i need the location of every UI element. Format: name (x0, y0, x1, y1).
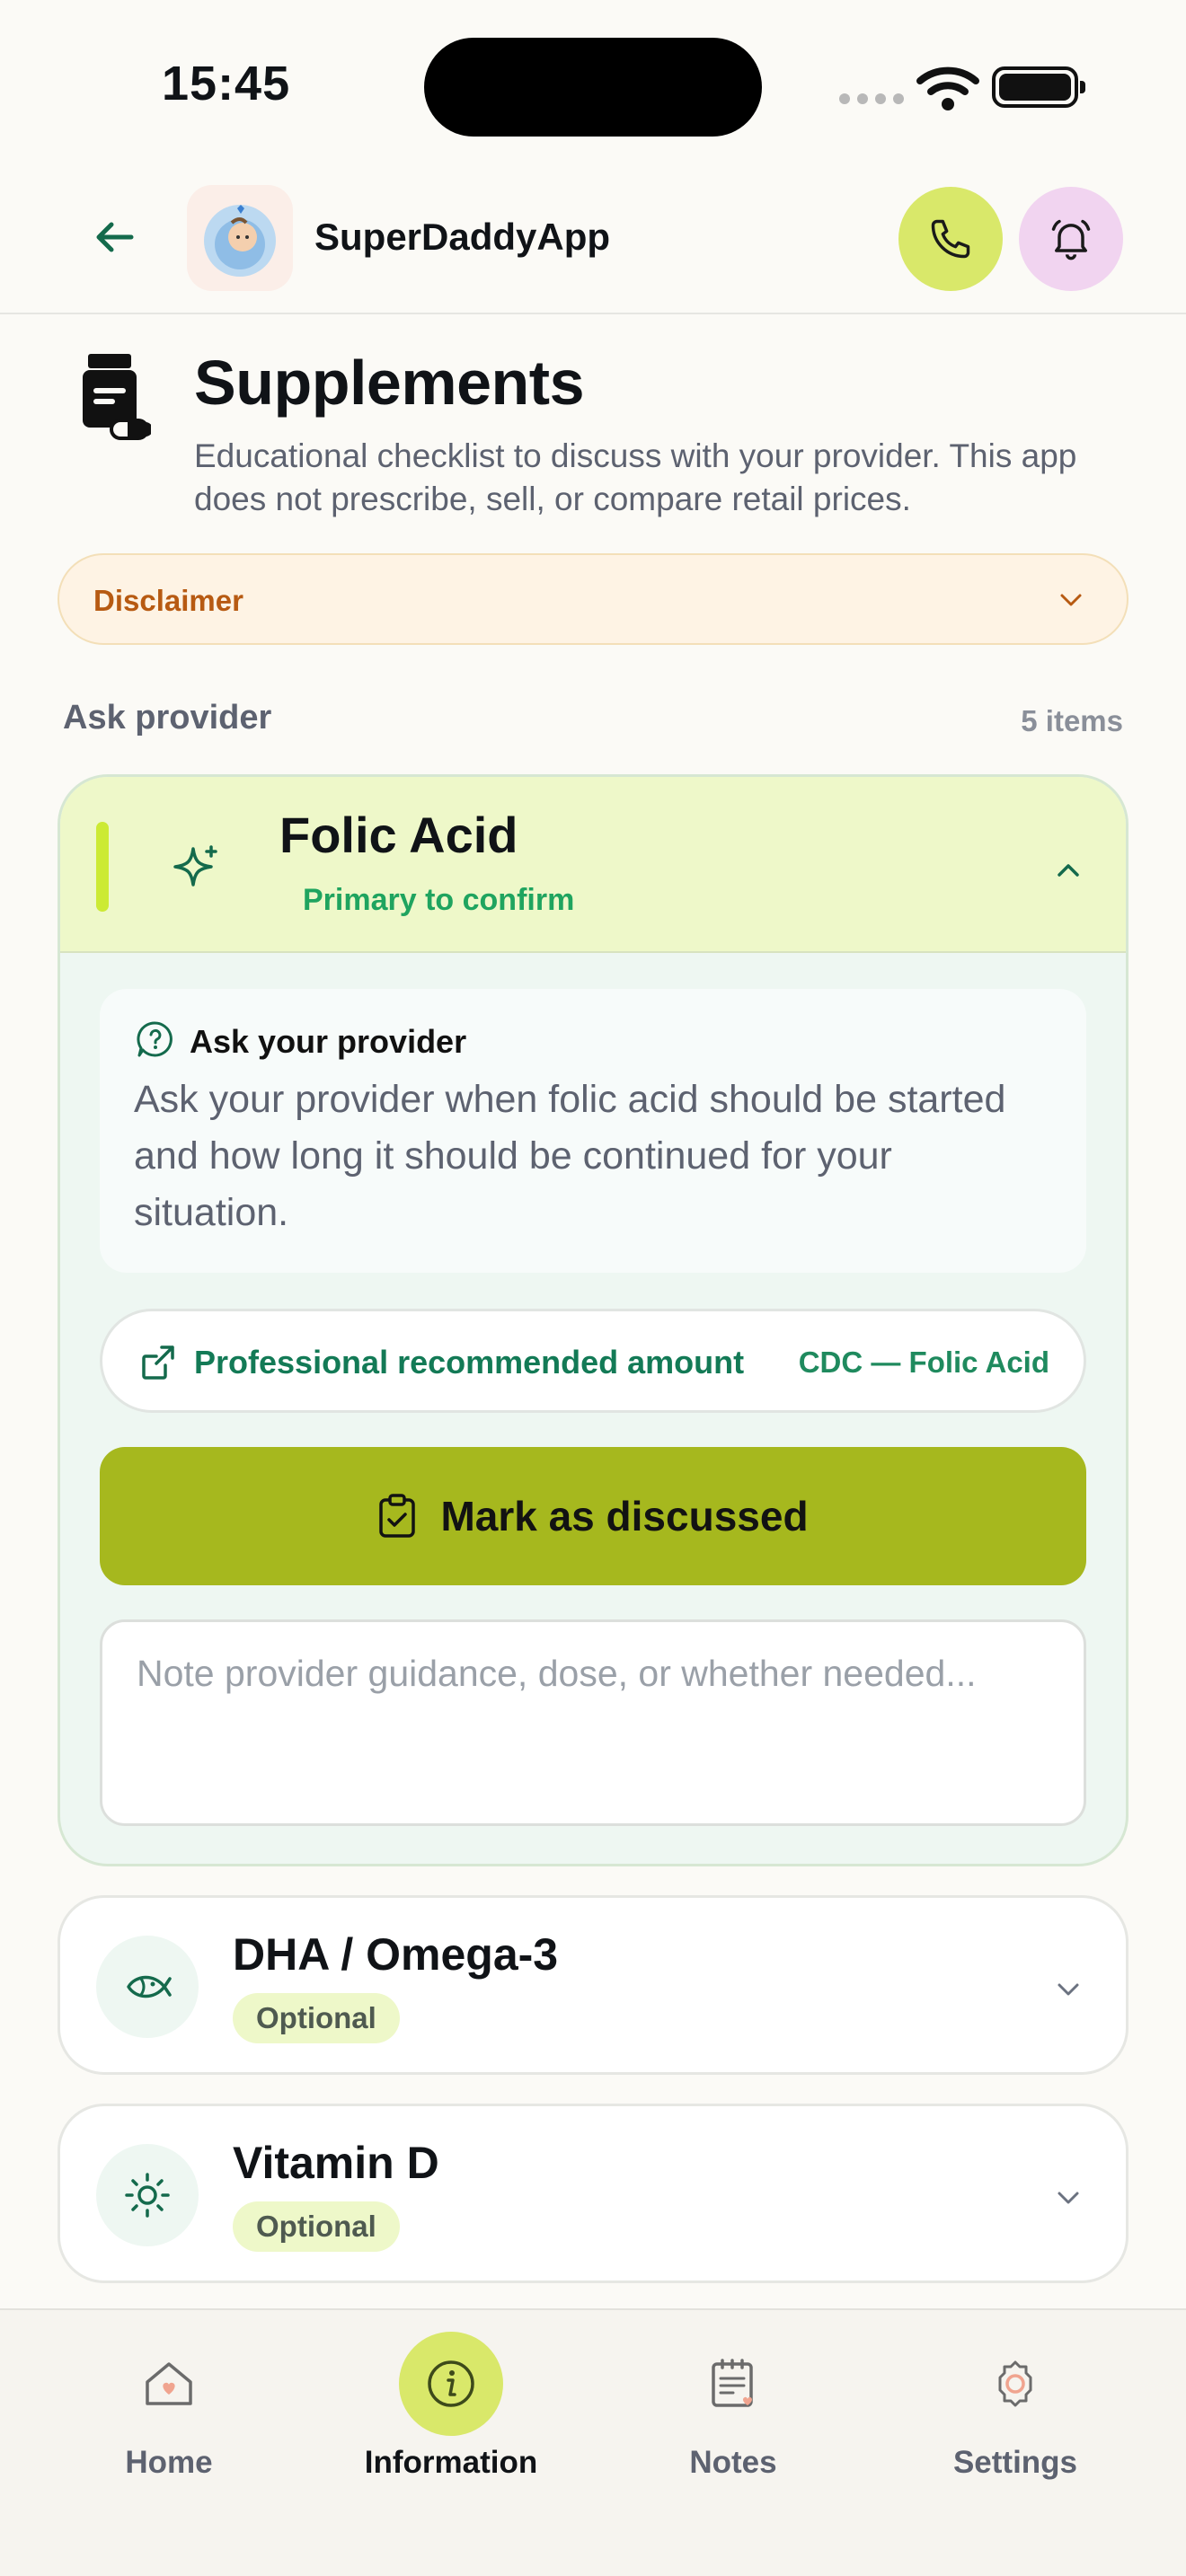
optional-badge: Optional (233, 2201, 400, 2252)
professional-amount-link[interactable]: Professional recommended amount CDC — Fo… (100, 1309, 1086, 1413)
pill-bottle-icon (83, 354, 151, 440)
link-source: CDC — Folic Acid (798, 1345, 1049, 1379)
sparkle-icon (173, 845, 217, 887)
call-button[interactable] (898, 187, 1003, 291)
page-subtitle: Educational checklist to discuss with yo… (194, 437, 1077, 517)
chevron-up-icon (1058, 864, 1079, 877)
tab-home[interactable]: Home (52, 2332, 286, 2481)
status-label: Primary to confirm (303, 883, 575, 917)
item-title: DHA / Omega-3 (233, 1929, 559, 1980)
wifi-icon (916, 66, 979, 110)
signal-dots-icon (839, 93, 904, 104)
page-title: Supplements (194, 348, 585, 418)
status-time: 15:45 (162, 57, 291, 110)
bell-icon (1051, 219, 1091, 260)
chevron-down-icon (1058, 2192, 1079, 2204)
supplement-card-folic-acid: Folic Acid Primary to confirm Ask your p… (58, 774, 1128, 1866)
tab-settings[interactable]: Settings (898, 2332, 1132, 2481)
tab-label: Information (364, 2445, 538, 2480)
notifications-button[interactable] (1019, 187, 1123, 291)
item-icon-bg (96, 1936, 199, 2038)
fish-icon (127, 1975, 172, 1998)
tab-label: Settings (952, 2445, 1078, 2480)
clipboard-check-icon (379, 1494, 416, 1538)
supplement-card-vitamin-d[interactable]: Vitamin D Optional (58, 2104, 1128, 2283)
tab-notes[interactable]: Notes (616, 2332, 850, 2481)
settings-icon (998, 2360, 1032, 2407)
tab-label: Home (125, 2445, 213, 2480)
ask-provider-title: Ask your provider (190, 1023, 467, 1060)
dynamic-island (424, 38, 762, 137)
back-button[interactable] (86, 208, 144, 266)
note-placeholder: Note provider guidance, dose, or whether… (137, 1653, 977, 1694)
ask-provider-text: Ask your provider when folic acid should… (134, 1078, 1006, 1234)
mark-label: Mark as discussed (440, 1493, 809, 1539)
folic-acid-header[interactable]: Folic Acid Primary to confirm (60, 777, 1126, 953)
chat-question-icon (137, 1021, 173, 1057)
phone-icon (931, 219, 970, 259)
ask-provider-box: Ask your provider Ask your provider when… (100, 989, 1086, 1273)
note-input[interactable]: Note provider guidance, dose, or whether… (100, 1619, 1086, 1826)
link-label: Professional recommended amount (194, 1344, 745, 1381)
info-icon (428, 2360, 474, 2407)
arrow-left-icon (96, 222, 134, 252)
supplement-card-dha-omega-3[interactable]: DHA / Omega-3 Optional (58, 1895, 1128, 2075)
battery-icon (992, 66, 1085, 108)
app-name: SuperDaddyApp (314, 216, 611, 258)
app-logo (187, 185, 293, 291)
sun-icon (125, 2173, 170, 2218)
chevron-down-icon (1058, 1983, 1079, 1996)
tab-label: Notes (689, 2445, 777, 2480)
mark-as-discussed-button[interactable]: Mark as discussed (100, 1447, 1086, 1585)
item-title: Vitamin D (233, 2138, 439, 2188)
disclaimer-label: Disclaimer (93, 584, 243, 617)
item-icon-bg (96, 2144, 199, 2246)
external-link-icon (142, 1345, 174, 1380)
section-label: Ask provider (63, 699, 272, 737)
notes-icon (712, 2359, 753, 2407)
home-icon (146, 2362, 192, 2405)
tab-information[interactable]: Information (334, 2332, 568, 2481)
chevron-down-icon (1060, 594, 1082, 606)
priority-bar (96, 822, 109, 912)
item-title: Folic Acid (279, 807, 518, 863)
item-count: 5 items (1021, 704, 1123, 737)
optional-badge: Optional (233, 1993, 400, 2043)
